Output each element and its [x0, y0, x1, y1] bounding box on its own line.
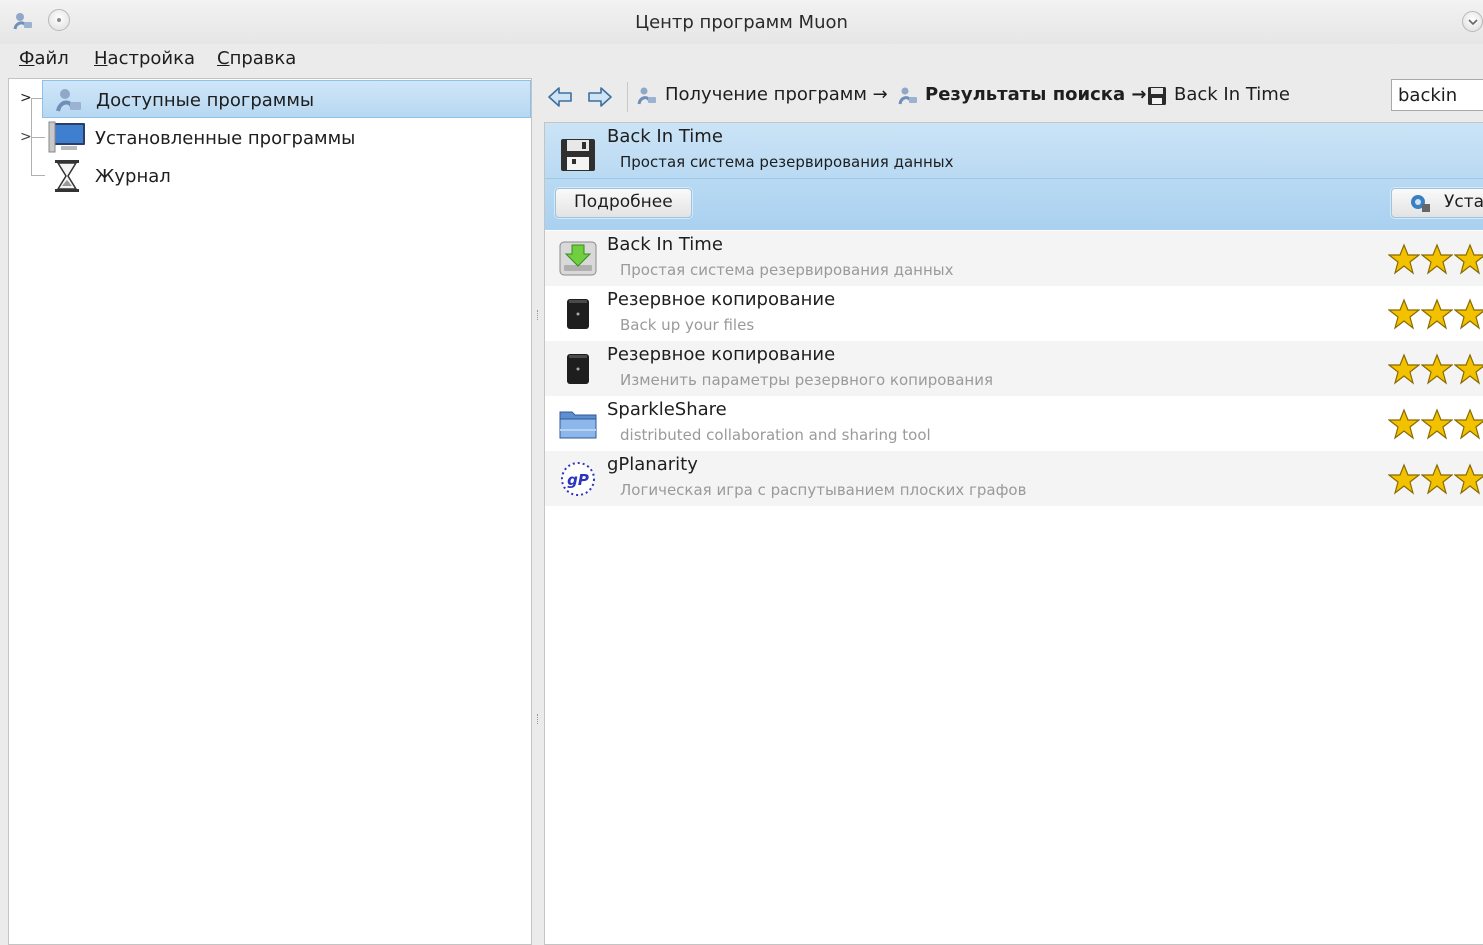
- rating-stars: [1388, 298, 1483, 332]
- result-row[interactable]: SparkleShare distributed collaboration a…: [545, 396, 1483, 451]
- splitter-grip: [537, 310, 540, 320]
- floppy-icon: [1148, 87, 1166, 105]
- result-description: Простая система резервирования данных: [620, 261, 954, 279]
- sidebar-item-installed[interactable]: > Установленные программы: [9, 119, 531, 157]
- toolbar-separator: [627, 82, 628, 112]
- rating-stars: [1388, 408, 1483, 442]
- breadcrumb-app[interactable]: Back In Time: [1174, 84, 1290, 105]
- folder-icon: [559, 411, 597, 439]
- back-arrow-icon[interactable]: [547, 86, 573, 108]
- search-input[interactable]: [1391, 79, 1483, 111]
- muon-icon: [898, 87, 917, 105]
- star-icon: [1388, 243, 1420, 275]
- floppy-icon: [561, 139, 595, 171]
- result-description: Изменить параметры резервного копировани…: [620, 371, 994, 389]
- results-list: Back In Time Простая система резервирова…: [544, 122, 1483, 945]
- maximize-button[interactable]: [1462, 11, 1483, 32]
- result-name: SparkleShare: [607, 399, 727, 420]
- result-row[interactable]: Резервное копирование Изменить параметры…: [545, 341, 1483, 396]
- menu-settings[interactable]: Настройка: [91, 48, 198, 69]
- menu-file[interactable]: Файл: [16, 48, 72, 69]
- details-button[interactable]: Подробнее: [555, 188, 692, 218]
- sidebar-item-available[interactable]: Доступные программы: [42, 80, 531, 118]
- menu-help[interactable]: Справка: [214, 48, 299, 69]
- gplanarity-icon: gP: [561, 462, 595, 496]
- install-button-label: Уста: [1444, 192, 1483, 212]
- backup-icon: [567, 299, 589, 329]
- star-icon: [1454, 463, 1483, 495]
- install-icon: [1411, 195, 1430, 212]
- star-icon: [1388, 298, 1420, 330]
- expand-arrow-icon[interactable]: >: [20, 129, 32, 145]
- sidebar-item-label: Доступные программы: [96, 90, 315, 111]
- sidebar-tree: Доступные программы > > Установленные пр…: [8, 78, 532, 945]
- muon-icon: [56, 89, 81, 112]
- star-icon: [1421, 353, 1453, 385]
- star-icon: [1454, 408, 1483, 440]
- result-description: Back up your files: [620, 316, 755, 334]
- navigation-toolbar: Получение программ → Результаты поиска →…: [544, 78, 1483, 118]
- title-bar: Центр программ Muon: [0, 0, 1483, 44]
- sidebar-item-label: Установленные программы: [95, 128, 356, 149]
- result-name: gPlanarity: [607, 454, 698, 475]
- breadcrumb-search-results[interactable]: Результаты поиска →: [925, 84, 1147, 105]
- splitter-grip: [537, 714, 540, 724]
- forward-arrow-icon[interactable]: [587, 86, 613, 108]
- star-icon: [1421, 408, 1453, 440]
- sidebar-item-label: Журнал: [95, 166, 171, 187]
- hourglass-icon: [55, 160, 79, 192]
- star-icon: [1388, 353, 1420, 385]
- download-icon: [559, 241, 597, 276]
- muon-icon: [637, 87, 656, 105]
- star-icon: [1421, 243, 1453, 275]
- computer-icon: [48, 121, 85, 153]
- rating-stars: [1388, 353, 1483, 387]
- star-icon: [1454, 353, 1483, 385]
- install-button[interactable]: Уста: [1391, 188, 1483, 218]
- result-selected[interactable]: Back In Time Простая система резервирова…: [545, 123, 1483, 230]
- sidebar-item-history[interactable]: Журнал: [9, 157, 531, 195]
- rating-stars: [1388, 463, 1483, 497]
- svg-text:gP: gP: [567, 471, 589, 489]
- star-icon: [1388, 408, 1420, 440]
- star-icon: [1454, 243, 1483, 275]
- result-description: Простая система резервирования данных: [620, 153, 954, 171]
- backup-icon: [567, 354, 589, 384]
- star-icon: [1421, 298, 1453, 330]
- star-icon: [1454, 298, 1483, 330]
- result-row[interactable]: Back In Time Простая система резервирова…: [545, 231, 1483, 286]
- expand-arrow-icon[interactable]: >: [20, 90, 32, 106]
- result-name: Резервное копирование: [607, 289, 836, 310]
- result-name: Резервное копирование: [607, 344, 836, 365]
- result-description: Логическая игра с распутыванием плоских …: [620, 481, 1027, 499]
- window-title: Центр программ Muon: [635, 12, 848, 33]
- star-icon: [1421, 463, 1453, 495]
- result-name: Back In Time: [607, 126, 723, 147]
- splitter-handle[interactable]: [532, 78, 544, 945]
- breadcrumb-get-software[interactable]: Получение программ →: [665, 84, 888, 105]
- result-row[interactable]: gP gPlanarity Логическая игра с распутыв…: [545, 451, 1483, 506]
- rating-stars: [1388, 243, 1483, 277]
- menu-bar: Файл Настройка Справка: [0, 44, 1483, 76]
- star-icon: [1388, 463, 1420, 495]
- divider: [545, 178, 1483, 179]
- result-description: distributed collaboration and sharing to…: [620, 426, 931, 444]
- result-name: Back In Time: [607, 234, 723, 255]
- result-row[interactable]: Резервное копирование Back up your files: [545, 286, 1483, 341]
